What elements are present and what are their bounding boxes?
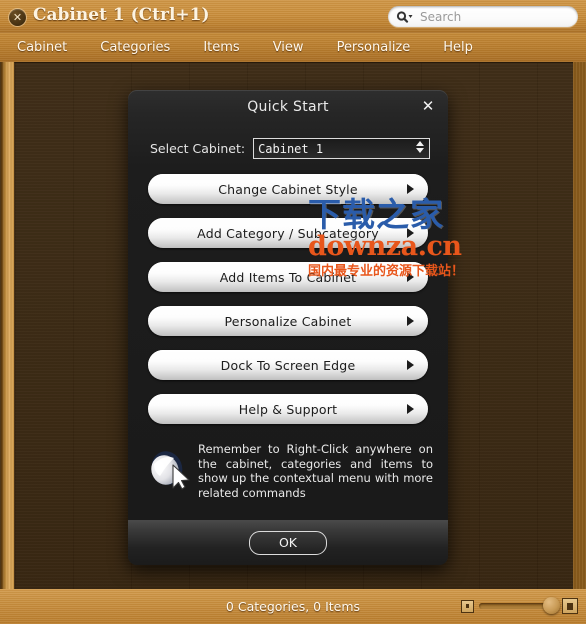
title-bar: ✕ Cabinet 1 (Ctrl+1) Search xyxy=(0,0,586,33)
quick-start-dialog: Quick Start ✕ Select Cabinet: Cabinet 1 … xyxy=(128,90,448,565)
ok-button[interactable]: OK xyxy=(249,530,327,555)
search-icon xyxy=(396,10,413,23)
dialog-title: Quick Start xyxy=(247,99,329,115)
menu-item-view[interactable]: View xyxy=(273,40,304,55)
zoom-slider-thumb[interactable] xyxy=(543,597,560,614)
small-icon-view-icon[interactable] xyxy=(461,599,474,613)
chevron-right-icon xyxy=(407,272,414,282)
select-cabinet-label: Select Cabinet: xyxy=(150,141,246,156)
button-label: Change Cabinet Style xyxy=(218,181,358,197)
chevron-right-icon xyxy=(407,316,414,326)
status-bar: 0 Categories, 0 Items xyxy=(0,589,586,624)
hint-block: Remember to Right-Click anywhere on the … xyxy=(148,442,433,500)
menu-item-categories[interactable]: Categories xyxy=(100,40,170,55)
chevron-right-icon xyxy=(407,360,414,370)
menu-item-help[interactable]: Help xyxy=(443,40,473,55)
button-label: Personalize Cabinet xyxy=(224,313,352,329)
add-items-to-cabinet-button[interactable]: Add Items To Cabinet xyxy=(148,262,428,292)
hint-text: Remember to Right-Click anywhere on the … xyxy=(198,442,433,500)
menu-item-items[interactable]: Items xyxy=(203,40,239,55)
menu-item-personalize[interactable]: Personalize xyxy=(337,40,411,55)
search-placeholder: Search xyxy=(420,9,462,24)
close-icon[interactable]: ✕ xyxy=(9,9,26,26)
dock-to-screen-edge-button[interactable]: Dock To Screen Edge xyxy=(148,350,428,380)
select-cabinet-row: Select Cabinet: Cabinet 1 xyxy=(150,138,430,159)
add-category-button[interactable]: Add Category / Subcategory xyxy=(148,218,428,248)
select-cabinet-dropdown[interactable]: Cabinet 1 xyxy=(253,138,430,159)
chevron-right-icon xyxy=(407,404,414,414)
page-title: Cabinet 1 (Ctrl+1) xyxy=(33,5,210,25)
dialog-footer: OK xyxy=(128,520,448,565)
dialog-close-icon[interactable]: ✕ xyxy=(420,98,436,114)
button-label: Add Category / Subcategory xyxy=(197,225,379,241)
menu-bar: Cabinet Categories Items View Personaliz… xyxy=(0,33,586,62)
chevron-right-icon xyxy=(407,184,414,194)
quick-start-button-list: Change Cabinet Style Add Category / Subc… xyxy=(148,174,428,438)
personalize-cabinet-button[interactable]: Personalize Cabinet xyxy=(148,306,428,336)
zoom-slider-group[interactable] xyxy=(461,597,578,614)
search-input[interactable]: Search xyxy=(388,6,578,27)
select-cabinet-value: Cabinet 1 xyxy=(258,141,324,156)
zoom-slider-track[interactable] xyxy=(479,597,560,614)
change-cabinet-style-button[interactable]: Change Cabinet Style xyxy=(148,174,428,204)
application-window: ✕ Cabinet 1 (Ctrl+1) Search Cabinet Cate… xyxy=(0,0,586,624)
button-label: Help & Support xyxy=(238,401,338,417)
mouse-icon xyxy=(148,444,190,490)
chevron-updown-icon[interactable] xyxy=(416,141,424,153)
button-label: Dock To Screen Edge xyxy=(220,357,356,373)
large-icon-view-icon[interactable] xyxy=(562,598,578,614)
chevron-right-icon xyxy=(407,228,414,238)
menu-item-cabinet[interactable]: Cabinet xyxy=(17,40,67,55)
button-label: Add Items To Cabinet xyxy=(219,269,357,285)
help-and-support-button[interactable]: Help & Support xyxy=(148,394,428,424)
